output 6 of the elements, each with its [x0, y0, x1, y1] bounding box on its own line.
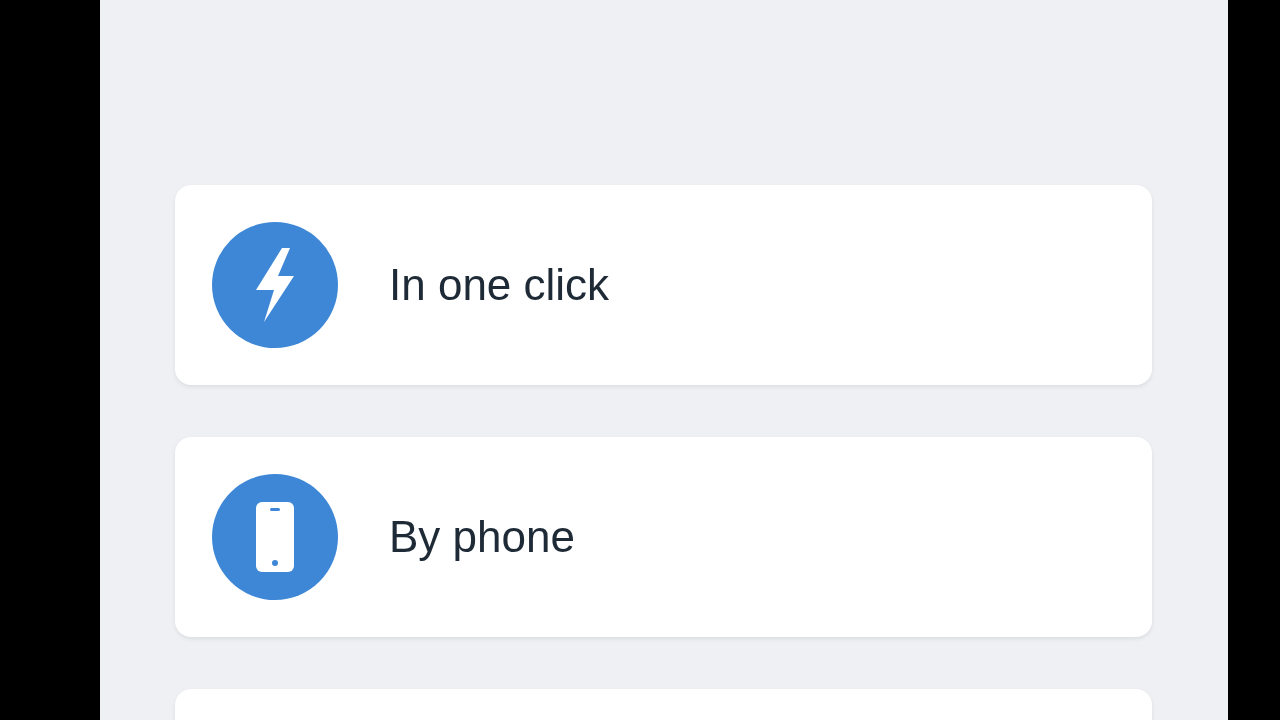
option-card[interactable]: By phone — [175, 437, 1152, 637]
option-label: By phone — [389, 512, 575, 562]
option-card[interactable]: In one click — [175, 185, 1152, 385]
phone-icon — [212, 474, 338, 600]
option-label: In one click — [389, 260, 610, 310]
lightning-icon — [212, 222, 338, 348]
